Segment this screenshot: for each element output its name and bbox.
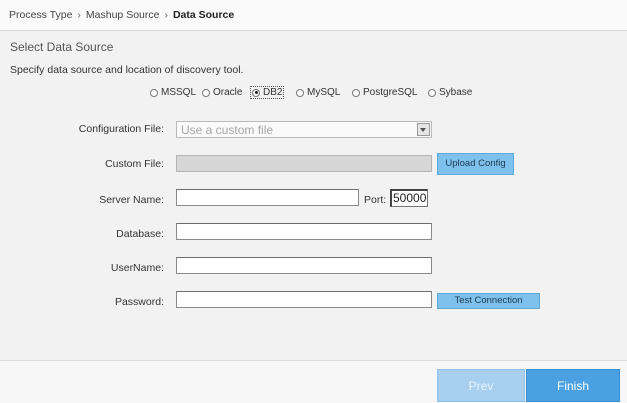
radio-circle-icon[interactable] (428, 88, 436, 97)
breadcrumb-separator: › (77, 9, 81, 21)
radio-oracle[interactable]: Oracle (202, 87, 242, 98)
custom-file-field (176, 155, 432, 172)
config-file-selected-value: Use a custom file (181, 123, 274, 137)
radio-mysql[interactable]: MySQL (296, 87, 340, 98)
radio-postgresql[interactable]: PostgreSQL (352, 87, 417, 98)
section-description: Specify data source and location of disc… (10, 64, 244, 76)
radio-label-oracle: Oracle (213, 87, 243, 98)
section-title: Select Data Source (10, 40, 114, 54)
radio-circle-icon[interactable] (202, 88, 210, 97)
database-label: Database: (116, 228, 164, 240)
radio-label-postgresql: PostgreSQL (363, 87, 418, 98)
radio-label-sybase: Sybase (439, 87, 473, 98)
top-bar: Process Type › Mashup Source › Data Source (0, 0, 627, 31)
test-connection-button[interactable]: Test Connection (437, 293, 540, 309)
breadcrumb-item-process-type[interactable]: Process Type (9, 9, 72, 21)
radio-label-db2: DB2 (263, 87, 283, 98)
config-file-label: Configuration File: (78, 123, 164, 135)
database-input[interactable] (176, 223, 432, 240)
radio-sybase[interactable]: Sybase (428, 87, 472, 98)
breadcrumb-current: Data Source (172, 9, 235, 21)
password-label: Password: (114, 296, 164, 308)
breadcrumb-item-mashup-source[interactable]: Mashup Source (86, 9, 160, 21)
config-file-select[interactable]: Use a custom file (176, 121, 432, 138)
prev-button[interactable]: Prev (437, 369, 525, 402)
radio-label-mysql: MySQL (307, 87, 341, 98)
username-label: UserName: (110, 262, 164, 274)
radio-circle-icon[interactable] (150, 88, 158, 97)
server-name-label: Server Name: (99, 194, 164, 206)
radio-db2[interactable]: DB2 (250, 86, 285, 99)
username-input[interactable] (176, 257, 432, 274)
port-input[interactable]: 50000 (390, 189, 428, 207)
custom-file-label: Custom File: (105, 158, 164, 170)
chevron-down-icon[interactable] (417, 123, 430, 136)
radio-checked-icon[interactable] (252, 88, 260, 97)
radio-circle-icon[interactable] (352, 88, 360, 97)
breadcrumb: Process Type › Mashup Source › Data Source (9, 9, 234, 21)
radio-mssql[interactable]: MSSQL (150, 87, 196, 98)
footer-bar: Prev Finish (0, 360, 627, 403)
server-name-input[interactable] (176, 189, 359, 206)
radio-circle-icon[interactable] (296, 88, 304, 97)
radio-label-mssql: MSSQL (161, 87, 197, 98)
upload-config-button[interactable]: Upload Config (437, 153, 514, 175)
port-label: Port: (364, 194, 387, 206)
password-input[interactable] (176, 291, 432, 308)
finish-button[interactable]: Finish (526, 369, 620, 402)
breadcrumb-separator: › (164, 9, 168, 21)
